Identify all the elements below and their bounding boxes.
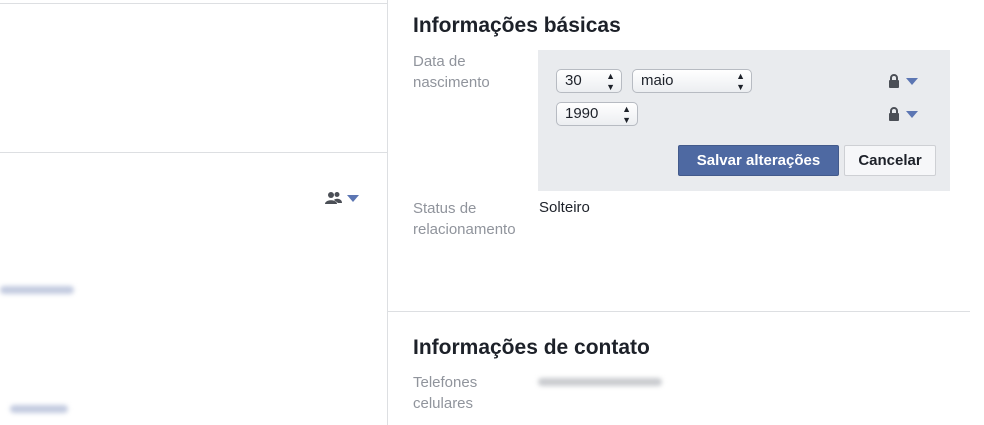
birth-date-label: Data de nascimento bbox=[413, 53, 490, 91]
blurred-phone-number bbox=[538, 378, 662, 386]
relationship-status-value: Solteiro bbox=[539, 199, 590, 216]
divider bbox=[0, 3, 387, 4]
updown-arrows-icon: ▲ ▼ bbox=[622, 104, 631, 125]
updown-arrows-icon: ▲ ▼ bbox=[736, 71, 745, 92]
privacy-selector-date[interactable] bbox=[888, 71, 928, 91]
privacy-selector-year[interactable] bbox=[888, 104, 928, 124]
audience-selector[interactable] bbox=[325, 189, 365, 207]
year-select-value: 1990 bbox=[565, 105, 599, 122]
year-select[interactable]: 1990 ▲ ▼ bbox=[556, 102, 638, 126]
month-select-value: maio bbox=[641, 72, 674, 89]
cancel-button[interactable]: Cancelar bbox=[844, 145, 936, 176]
lock-icon bbox=[889, 107, 899, 121]
section-title-contact-info: Informações de contato bbox=[413, 336, 650, 359]
save-changes-button[interactable]: Salvar alterações bbox=[678, 145, 839, 176]
month-select[interactable]: maio ▲ ▼ bbox=[632, 69, 752, 93]
updown-arrows-icon: ▲ ▼ bbox=[606, 71, 615, 92]
chevron-down-icon bbox=[906, 110, 918, 118]
birth-date-edit-panel: 30 ▲ ▼ maio ▲ ▼ 1990 ▲ ▼ Salvar alterações bbox=[538, 50, 950, 191]
divider bbox=[0, 152, 387, 153]
divider bbox=[388, 311, 970, 312]
mobile-phones-label: Telefones celulares bbox=[413, 374, 478, 412]
blurred-link[interactable] bbox=[10, 405, 68, 413]
chevron-down-icon bbox=[906, 77, 918, 85]
blurred-link[interactable] bbox=[0, 286, 74, 294]
day-select-value: 30 bbox=[565, 72, 582, 89]
right-column: Informações básicas Data de nascimento 3… bbox=[388, 0, 984, 425]
lock-icon bbox=[889, 74, 899, 88]
relationship-status-label: Status de relacionamento bbox=[413, 200, 516, 238]
left-column bbox=[0, 0, 388, 425]
people-icon bbox=[325, 192, 342, 204]
section-title-basic-info: Informações básicas bbox=[413, 14, 621, 37]
chevron-down-icon bbox=[347, 194, 359, 202]
day-select[interactable]: 30 ▲ ▼ bbox=[556, 69, 622, 93]
